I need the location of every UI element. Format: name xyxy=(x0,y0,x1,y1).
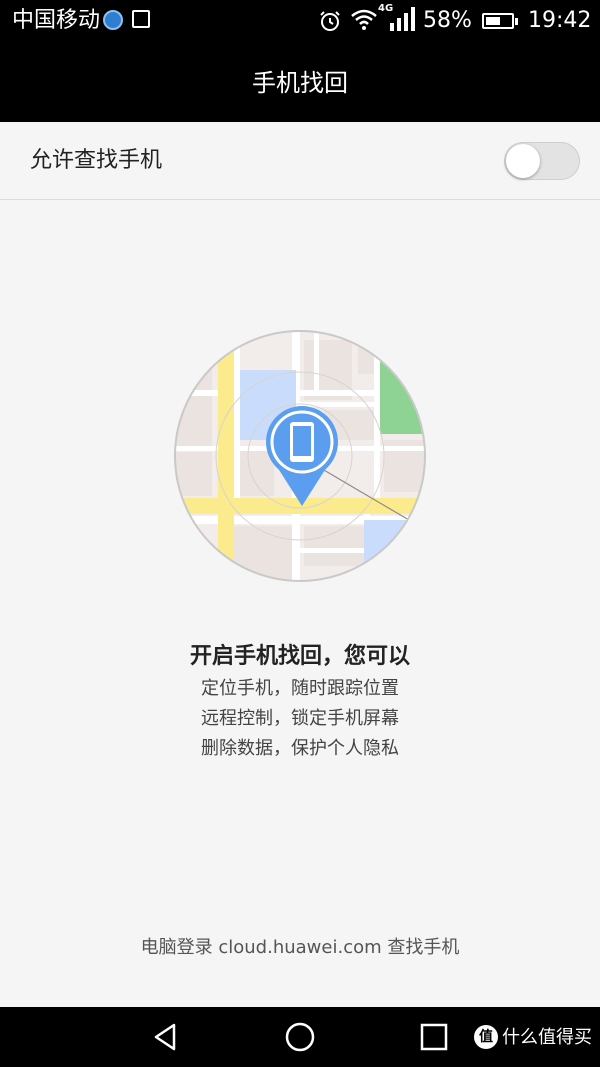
cloud-login-hint: 电脑登录 cloud.huawei.com 查找手机 xyxy=(140,937,460,958)
battery-icon xyxy=(482,13,518,29)
alarm-icon xyxy=(320,11,340,31)
allow-find-phone-label: 允许查找手机 xyxy=(30,148,163,173)
feature-description: 开启手机找回，您可以 定位手机，随时跟踪位置 远程控制，锁定手机屏幕 删除数据，… xyxy=(0,640,600,764)
battery-percent: 58% xyxy=(423,8,472,33)
watermark-badge: 值 xyxy=(474,1025,498,1049)
allow-find-phone-toggle[interactable] xyxy=(504,142,580,180)
home-icon[interactable] xyxy=(284,1021,316,1053)
allow-find-phone-row[interactable]: 允许查找手机 xyxy=(0,122,600,200)
back-icon[interactable] xyxy=(150,1021,182,1053)
feature-heading: 开启手机找回，您可以 xyxy=(189,644,410,669)
wifi-icon xyxy=(351,9,377,30)
feature-line-erase-data: 删除数据，保护个人隐私 xyxy=(201,738,399,759)
watermark-text: 什么值得买 xyxy=(502,1027,592,1048)
watermark: 值什么值得买 xyxy=(474,1025,592,1051)
map-location-illustration xyxy=(174,330,426,582)
carrier-name: 中国移动 xyxy=(12,8,101,33)
image-icon xyxy=(132,10,150,28)
feature-line-locate: 定位手机，随时跟踪位置 xyxy=(201,678,399,699)
status-bar: 中国移动 4G 58% 19:42 xyxy=(0,0,600,44)
app-notification-icon xyxy=(103,10,123,30)
title-bar: 手机找回 xyxy=(0,44,600,122)
signal-icon xyxy=(390,7,415,31)
page-title: 手机找回 xyxy=(252,69,348,97)
navigation-bar: 值什么值得买 xyxy=(0,1007,600,1067)
recent-apps-icon[interactable] xyxy=(418,1021,450,1053)
clock: 19:42 xyxy=(528,8,592,33)
feature-line-remote-lock: 远程控制，锁定手机屏幕 xyxy=(201,708,399,729)
toggle-knob xyxy=(506,144,540,178)
